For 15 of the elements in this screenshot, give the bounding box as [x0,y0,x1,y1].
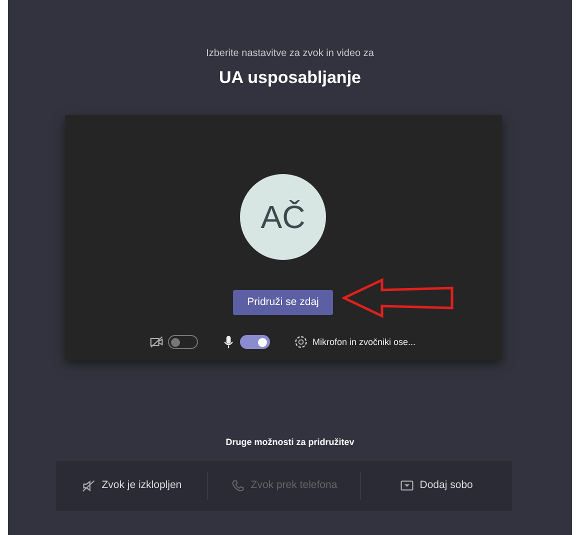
phone-icon [230,479,245,493]
avatar: AČ [240,174,326,260]
other-options-heading: Druge možnosti za pridružitev [226,436,354,449]
device-settings-link[interactable]: Mikrofon in zvočniki ose... [312,336,416,349]
meeting-title: UA usposabljanje [218,67,361,89]
join-button[interactable]: Pridruži se zdaj [233,290,333,316]
prompt-text: Izberite nastavitve za zvok in video za [206,47,374,61]
speaker-muted-icon [82,479,96,493]
join-option-button[interactable]: Zvok je izklopljen [56,472,208,500]
join-option-button[interactable]: Dodaj sobo [360,472,512,500]
camera-off-icon [150,335,164,350]
settings-icon [294,335,308,350]
microphone-toggle[interactable] [240,335,270,350]
camera-toggle[interactable] [168,335,198,350]
screen-icon [400,479,414,493]
